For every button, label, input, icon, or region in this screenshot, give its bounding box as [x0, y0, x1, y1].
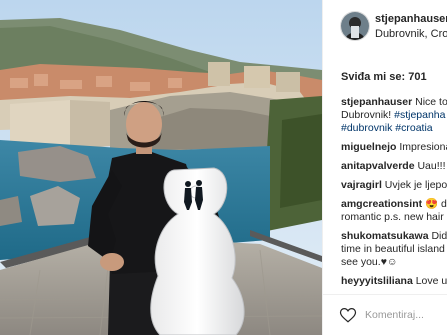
comment-username[interactable]: amgcreationsint: [341, 198, 422, 210]
comments-list: stjepanhauser Nice to Dubrovnik! #stjepa…: [341, 96, 447, 294]
post-sidebar: stjepanhauser Dubrovnik, Croa Sviđa mi s…: [322, 0, 447, 335]
hashtag-dubrovnik[interactable]: #dubrovnik: [341, 122, 392, 134]
comment-text-line-2: romantic p.s. new hair: [341, 211, 444, 223]
comment-username[interactable]: heyyyitsliliana: [341, 275, 413, 287]
caption: stjepanhauser Nice to Dubrovnik! #stjepa…: [341, 96, 447, 135]
post-username[interactable]: stjepanhauser: [375, 13, 447, 25]
post-photo[interactable]: [0, 0, 322, 335]
comment-item: vajragirl Uvjek je ljepo: [341, 179, 447, 192]
hashtag-croatia[interactable]: #croatia: [395, 122, 432, 134]
comment-username[interactable]: miguelnejo: [341, 141, 396, 153]
caption-username[interactable]: stjepanhauser: [341, 96, 412, 108]
caption-line-2: Dubrovnik! #stjepanha: [341, 109, 447, 122]
comment-text-line-2: time in beautiful island: [341, 243, 445, 255]
comment-username[interactable]: anitapvalverde: [341, 160, 415, 172]
comment-text: Uvjek je ljepo: [384, 179, 447, 191]
likes-count[interactable]: Sviđa mi se: 701: [341, 71, 427, 83]
caption-line-1: stjepanhauser Nice to: [341, 96, 447, 109]
caption-text: Nice to: [415, 96, 447, 108]
comment-text: Uau!!!: [417, 160, 446, 172]
comment-text: Did: [431, 230, 447, 242]
comment-item: shukomatsukawa Did time in beautiful isl…: [341, 230, 447, 269]
caption-line-3: #dubrovnik #croatia: [341, 122, 447, 135]
comment-text-line-3: see you.♥☺: [341, 256, 398, 268]
post-location[interactable]: Dubrovnik, Croa: [375, 28, 447, 40]
post-header: stjepanhauser Dubrovnik, Croa Sviđa mi s…: [323, 0, 447, 83]
comment-username[interactable]: shukomatsukawa: [341, 230, 429, 242]
comment-item: anitapvalverde Uau!!!: [341, 160, 447, 173]
post-footer: [323, 294, 447, 335]
avatar[interactable]: [340, 11, 370, 41]
comment-text: Love u: [415, 275, 447, 287]
comment-item: amgcreationsint 😍 dub romantic p.s. new …: [341, 198, 447, 224]
comment-text: 😍 dub: [425, 198, 447, 210]
comment-text: Impresiona: [399, 141, 447, 153]
instagram-post-modal: stjepanhauser Dubrovnik, Croa Sviđa mi s…: [0, 0, 447, 335]
comment-item: miguelnejo Impresiona: [341, 141, 447, 154]
hashtag-stjepanhauser[interactable]: #stjepanha: [394, 109, 445, 121]
comment-username[interactable]: vajragirl: [341, 179, 382, 191]
heart-outline-icon[interactable]: [339, 306, 357, 324]
caption-text-2: Dubrovnik!: [341, 109, 395, 121]
comment-item: heyyyitsliliana Love u: [341, 275, 447, 288]
comment-input[interactable]: [365, 306, 447, 324]
